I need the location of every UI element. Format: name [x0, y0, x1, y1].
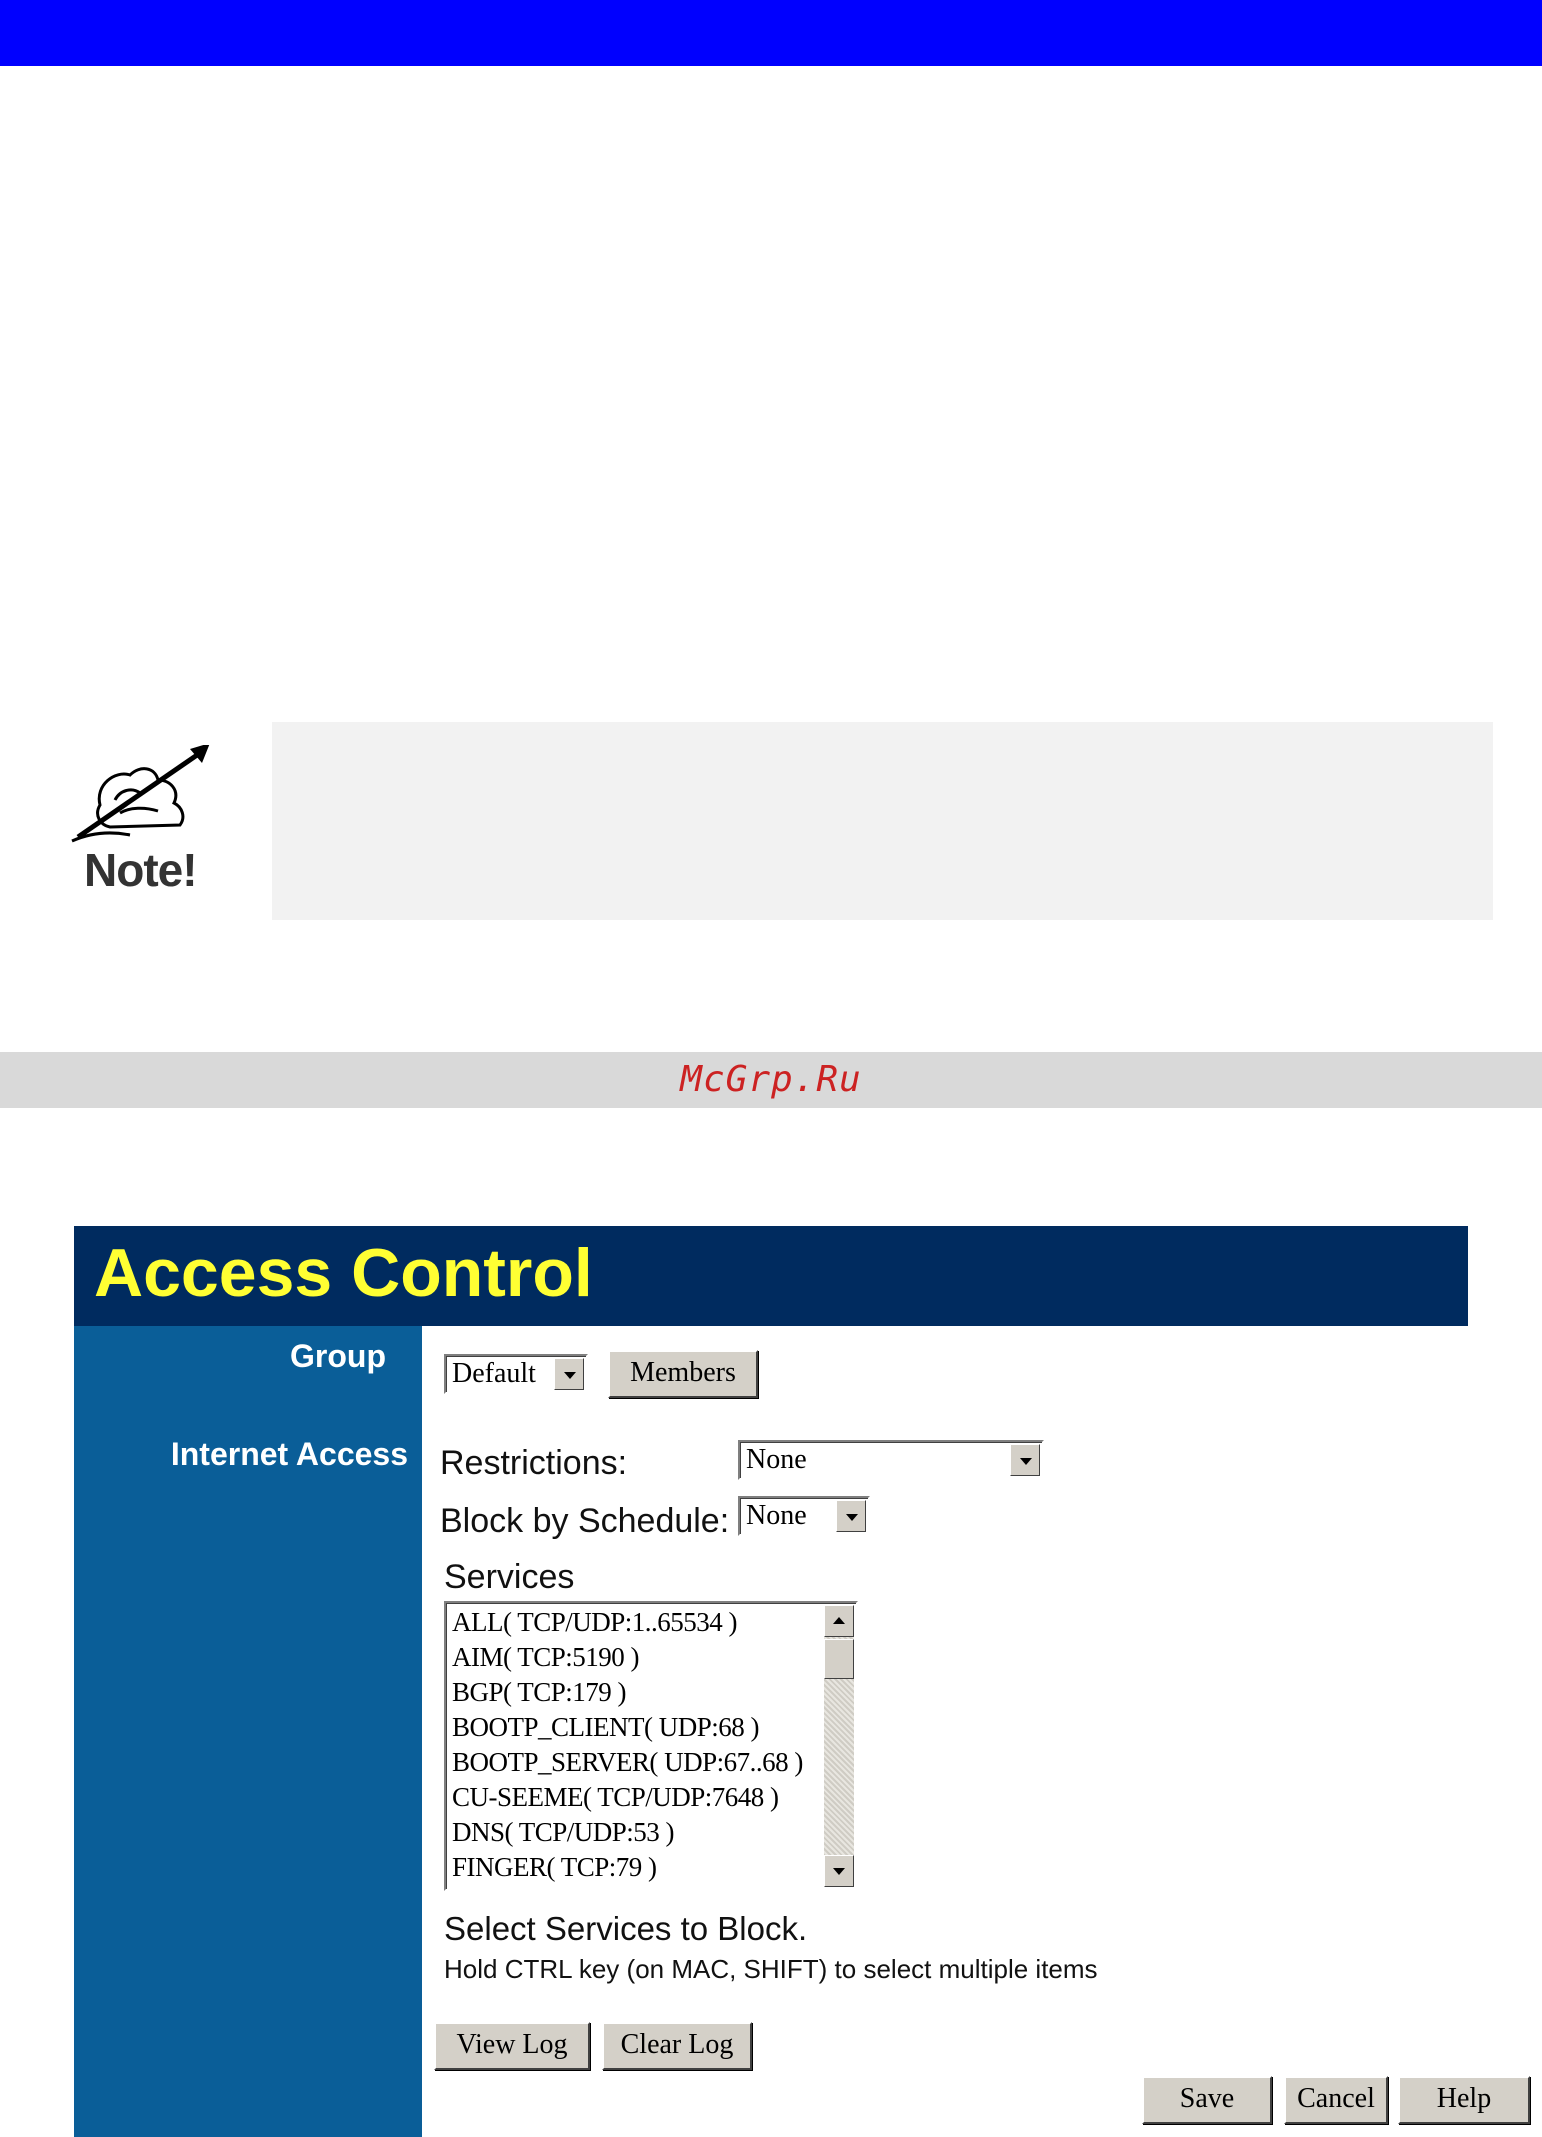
- cancel-button[interactable]: Cancel: [1284, 2076, 1388, 2124]
- content-area: Default Members Restrictions: None Block…: [422, 1326, 1530, 2137]
- note-box: [272, 722, 1493, 920]
- chevron-down-icon[interactable]: [554, 1358, 584, 1390]
- note-icon: Note!: [66, 745, 216, 896]
- members-button[interactable]: Members: [608, 1350, 758, 1398]
- clear-log-button[interactable]: Clear Log: [602, 2022, 752, 2070]
- list-item[interactable]: AIM( TCP:5190 ): [452, 1640, 803, 1675]
- list-item[interactable]: BGP( TCP:179 ): [452, 1675, 803, 1710]
- services-listbox[interactable]: ALL( TCP/UDP:1..65534 ) AIM( TCP:5190 ) …: [444, 1601, 858, 1891]
- list-item[interactable]: FINGER( TCP:79 ): [452, 1850, 803, 1885]
- scroll-up-icon[interactable]: [824, 1605, 854, 1637]
- services-list: ALL( TCP/UDP:1..65534 ) AIM( TCP:5190 ) …: [452, 1605, 803, 1885]
- chevron-down-icon[interactable]: [1010, 1444, 1040, 1476]
- note-label: Note!: [84, 844, 198, 896]
- group-label: Group: [290, 1338, 386, 1374]
- list-item[interactable]: BOOTP_SERVER( UDP:67..68 ): [452, 1745, 803, 1780]
- list-item[interactable]: CU-SEEME( TCP/UDP:7648 ): [452, 1780, 803, 1815]
- panel-header: Access Control: [74, 1226, 1468, 1326]
- list-item[interactable]: ALL( TCP/UDP:1..65534 ): [452, 1605, 803, 1640]
- schedule-select-value: None: [746, 1500, 807, 1531]
- hand-writing-icon: [71, 745, 210, 843]
- page-title: Access Control: [94, 1235, 593, 1311]
- services-hint-text: Hold CTRL key (on MAC, SHIFT) to select …: [444, 1954, 1098, 1984]
- list-item[interactable]: DNS( TCP/UDP:53 ): [452, 1815, 803, 1850]
- save-button[interactable]: Save: [1142, 2076, 1272, 2124]
- services-label: Services: [444, 1558, 575, 1596]
- access-control-panel: Access Control Group Internet Access Def…: [74, 1226, 1530, 2137]
- services-hint-title: Select Services to Block.: [444, 1910, 808, 1947]
- top-banner: [0, 0, 1542, 66]
- help-button[interactable]: Help: [1398, 2076, 1530, 2124]
- view-log-button[interactable]: View Log: [434, 2022, 590, 2070]
- chevron-down-icon[interactable]: [836, 1500, 866, 1532]
- list-item[interactable]: BOOTP_CLIENT( UDP:68 ): [452, 1710, 803, 1745]
- restrictions-select-value: None: [746, 1444, 807, 1475]
- scroll-thumb[interactable]: [824, 1639, 854, 1679]
- group-select[interactable]: Default: [444, 1354, 588, 1394]
- group-select-value: Default: [452, 1358, 536, 1389]
- restrictions-select[interactable]: None: [738, 1440, 1044, 1480]
- services-scrollbar[interactable]: [824, 1605, 854, 1887]
- watermark-text: McGrp.Ru: [680, 1059, 862, 1100]
- scroll-down-icon[interactable]: [824, 1855, 854, 1887]
- restrictions-label: Restrictions:: [440, 1444, 628, 1482]
- schedule-label: Block by Schedule:: [440, 1502, 730, 1540]
- internet-access-label: Internet Access: [170, 1436, 408, 1472]
- schedule-select[interactable]: None: [738, 1496, 870, 1536]
- sidebar: Group Internet Access: [74, 1326, 422, 2137]
